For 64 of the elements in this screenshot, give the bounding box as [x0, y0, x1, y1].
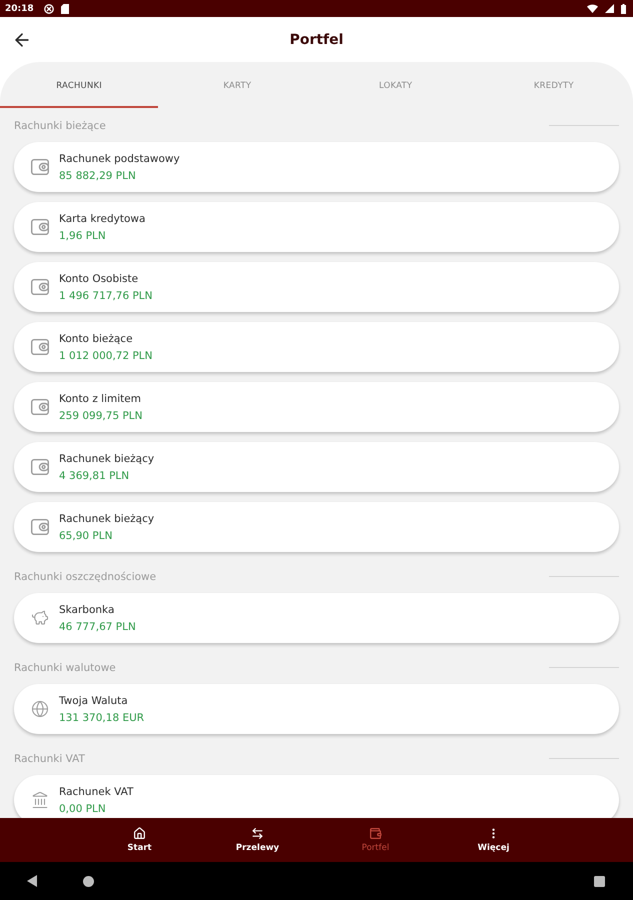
section-title: Rachunki VAT	[14, 753, 85, 765]
wifi-icon	[587, 4, 598, 13]
sd-card-icon	[60, 4, 69, 14]
account-balance: 259 099,75 PLN	[59, 410, 142, 422]
account-card[interactable]: Konto Osobiste 1 496 717,76 PLN	[14, 262, 619, 312]
account-card[interactable]: Rachunek bieżący 65,90 PLN	[14, 502, 619, 552]
account-name: Karta kredytowa	[59, 212, 146, 226]
circled-cross-icon	[44, 4, 54, 14]
account-card[interactable]: Konto bieżące 1 012 000,72 PLN	[14, 322, 619, 372]
arrows-left-right-icon	[251, 827, 264, 840]
back-triangle-icon	[27, 875, 37, 887]
system-back-button[interactable]	[27, 875, 37, 887]
account-balance: 46 777,67 PLN	[59, 620, 136, 634]
page-title: Portfel	[288, 32, 344, 48]
account-card[interactable]: Rachunek VAT 0,00 PLN	[14, 775, 619, 818]
piggy-bank-icon	[31, 609, 49, 627]
home-circle-icon	[83, 876, 94, 886]
account-name: Konto bieżące	[59, 332, 134, 346]
wallet-icon	[31, 219, 49, 235]
account-balance: 131 370,18 EUR	[59, 712, 144, 724]
account-name: Konto Osobiste	[59, 272, 140, 286]
bottom-nav-item[interactable]: Przelewy	[198, 818, 316, 862]
account-name: Skarbonka	[59, 604, 116, 616]
system-home-button[interactable]	[83, 876, 94, 886]
globe-icon	[31, 700, 49, 718]
account-name: Rachunek podstawowy	[59, 152, 180, 166]
bank-building-icon	[31, 791, 49, 809]
battery-icon	[621, 4, 626, 14]
home-icon	[133, 827, 146, 840]
account-name: Twoja Waluta	[59, 694, 129, 708]
account-balance: 1,96 PLN	[59, 230, 107, 242]
status-time: 20:18	[5, 4, 34, 14]
account-card[interactable]: Skarbonka 46 777,67 PLN	[14, 593, 619, 643]
tab[interactable]: RACHUNKI	[0, 62, 158, 108]
wallet-icon	[31, 279, 49, 295]
account-name: Konto z limitem	[59, 392, 142, 406]
account-card[interactable]: Konto z limitem 259 099,75 PLN	[14, 382, 619, 432]
account-balance: 85 882,29 PLN	[59, 170, 137, 182]
account-card[interactable]: Rachunek podstawowy 85 882,29 PLN	[14, 142, 619, 192]
wallet-icon	[31, 459, 49, 475]
bottom-nav-item[interactable]: Start	[80, 818, 198, 862]
account-card[interactable]: Twoja Waluta 131 370,18 EUR	[14, 684, 619, 734]
section-title: Rachunki walutowe	[14, 662, 116, 674]
section-title: Rachunki bieżące	[14, 120, 106, 132]
account-card[interactable]: Rachunek bieżący 4 369,81 PLN	[14, 442, 619, 492]
bottom-nav-item[interactable]: Więcej	[434, 818, 552, 862]
account-name: Rachunek bieżący	[59, 512, 154, 526]
account-balance: 1 012 000,72 PLN	[59, 350, 153, 362]
wallet-icon	[369, 827, 382, 840]
section-title: Rachunki oszczędnościowe	[14, 571, 156, 583]
account-balance: 0,00 PLN	[59, 802, 107, 816]
account-balance: 4 369,81 PLN	[59, 470, 130, 482]
account-balance: 1 496 717,76 PLN	[59, 290, 153, 302]
system-recents-button[interactable]	[594, 876, 605, 886]
wallet-icon	[31, 159, 49, 175]
wallet-icon	[31, 399, 49, 415]
account-card[interactable]: Karta kredytowa 1,96 PLN	[14, 202, 619, 252]
square-icon	[594, 876, 605, 886]
signal-icon	[605, 4, 614, 13]
account-balance: 65,90 PLN	[59, 530, 114, 542]
account-name: Rachunek bieżący	[59, 452, 154, 466]
account-name: Rachunek VAT	[59, 786, 134, 798]
wallet-icon	[31, 339, 49, 355]
wallet-icon	[31, 519, 49, 535]
